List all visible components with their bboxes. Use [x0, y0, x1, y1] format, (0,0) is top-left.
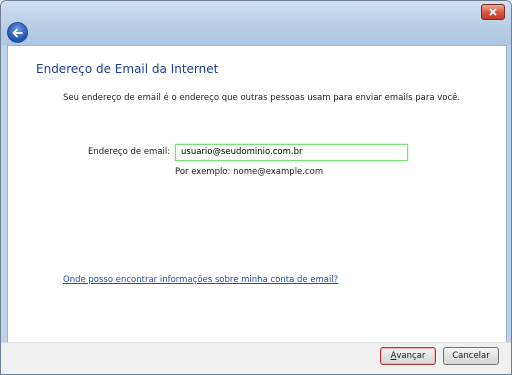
wizard-content: Endereço de Email da Internet Seu endere…	[7, 45, 507, 343]
back-button[interactable]	[7, 22, 28, 43]
page-description: Seu endereço de email é o endereço que o…	[63, 93, 461, 103]
email-account-help-link[interactable]: Onde posso encontrar informações sobre m…	[63, 275, 338, 285]
title-bar	[1, 1, 511, 45]
page-title: Endereço de Email da Internet	[36, 62, 219, 76]
email-label: Endereço de email:	[88, 147, 171, 157]
wizard-window: Endereço de Email da Internet Seu endere…	[0, 0, 512, 375]
close-icon	[489, 8, 497, 16]
cancel-button[interactable]: Cancelar	[443, 347, 499, 365]
wizard-footer: Avançar Cancelar	[1, 342, 511, 374]
back-arrow-icon	[12, 28, 23, 37]
email-example-hint: Por exemplo: nome@example.com	[175, 167, 324, 177]
close-button[interactable]	[481, 4, 505, 20]
next-button[interactable]: Avançar	[380, 347, 436, 365]
next-button-label: vançar	[396, 351, 426, 361]
email-field[interactable]	[175, 144, 408, 161]
